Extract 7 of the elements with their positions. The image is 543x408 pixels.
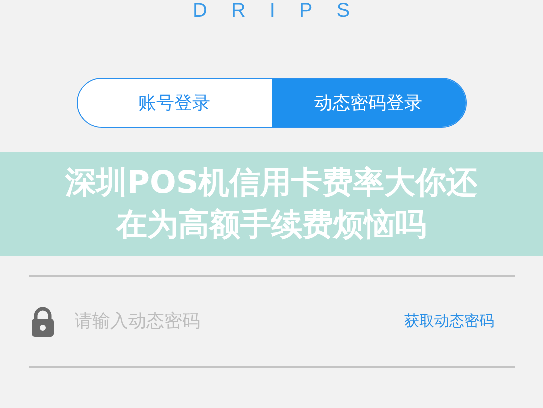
logo: DRIPS xyxy=(192,0,374,22)
banner-title: 在为高额手续费烦恼吗 xyxy=(116,206,426,245)
login-tab[interactable]: 动态密码登录 xyxy=(272,79,466,127)
get-code-link[interactable]: 获取动态密码 xyxy=(404,312,494,331)
banner-title: 深圳POS机信用卡费率大你还 xyxy=(65,164,478,203)
lock-icon xyxy=(30,306,54,336)
login-tab[interactable]: 账号登录 xyxy=(78,79,272,127)
